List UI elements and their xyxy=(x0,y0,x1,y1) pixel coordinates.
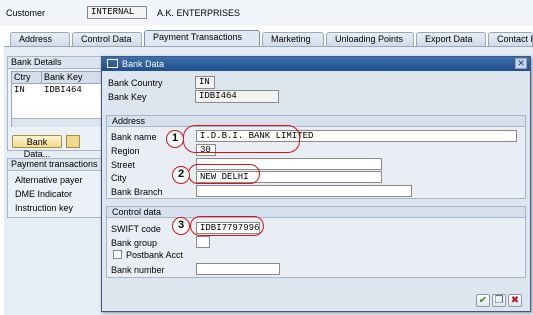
horizontal-scrollbar[interactable] xyxy=(12,118,102,127)
region-label: Region xyxy=(111,146,140,156)
bank-name-label: Bank name xyxy=(111,132,157,142)
copy-icon[interactable]: ❐ xyxy=(492,294,506,307)
bank-group-field[interactable] xyxy=(196,236,210,248)
check-icon[interactable]: ✔ xyxy=(476,294,490,307)
header-bar xyxy=(0,0,533,26)
bank-key-field[interactable]: IDBI464 xyxy=(195,90,279,103)
bank-number-field[interactable] xyxy=(196,263,280,275)
bank-details-title: Bank Details xyxy=(8,57,104,69)
cancel-icon[interactable]: ✖ xyxy=(508,294,522,307)
annotation-oval-city xyxy=(188,164,260,184)
tab-address[interactable]: Address xyxy=(10,32,70,46)
bank-group-label: Bank group xyxy=(111,238,158,248)
street-label: Street xyxy=(111,160,136,170)
tab-unloading-points[interactable]: Unloading Points xyxy=(326,32,414,46)
tab-contact-persons[interactable]: Contact P xyxy=(488,32,533,46)
bank-country-field[interactable]: IN xyxy=(195,76,215,89)
column-header-bank-key[interactable]: Bank Key xyxy=(42,72,104,84)
bank-branch-field[interactable] xyxy=(196,185,412,197)
annotation-number-2: 2 xyxy=(172,166,190,184)
dialog-title: Bank Data xyxy=(122,59,165,69)
tab-control-data[interactable]: Control Data xyxy=(72,32,142,46)
postbank-checkbox[interactable] xyxy=(113,250,122,259)
dme-indicator-label: DME Indicator xyxy=(15,189,73,199)
bank-data-button[interactable]: Bank Data... xyxy=(12,135,62,159)
customer-id-field[interactable]: INTERNAL xyxy=(87,6,147,19)
payment-transactions-title: Payment transactions xyxy=(8,159,104,171)
bank-data-dialog: Bank Data ✕ Bank Country IN Bank Key IDB… xyxy=(101,56,531,312)
address-section: Address Bank name I.D.B.I. BANK LIMITED … xyxy=(106,115,526,199)
bank-number-label: Bank number xyxy=(111,265,165,275)
annotation-oval-swift xyxy=(190,216,264,236)
postbank-label: Postbank Acct xyxy=(126,250,184,260)
city-label: City xyxy=(111,173,127,183)
alternative-payer-label: Alternative payer xyxy=(15,175,83,185)
swift-code-label: SWIFT code xyxy=(111,224,161,234)
bank-country-label: Bank Country xyxy=(108,78,163,88)
dialog-title-bar: Bank Data ✕ xyxy=(102,57,530,71)
bank-key-label: Bank Key xyxy=(108,92,147,102)
tab-payment-transactions[interactable]: Payment Transactions xyxy=(144,30,260,47)
payment-transactions-group: Payment transactions Alternative payer D… xyxy=(7,158,105,218)
control-data-section: Control data SWIFT code IDBI7797996 Bank… xyxy=(106,206,526,278)
annotation-number-1: 1 xyxy=(166,130,184,148)
tab-strip: Address Control Data Payment Transaction… xyxy=(4,30,533,47)
instruction-key-label: Instruction key xyxy=(15,203,74,213)
tab-export-data[interactable]: Export Data xyxy=(416,32,486,46)
annotation-number-3: 3 xyxy=(172,217,190,235)
table-cell-ctry[interactable]: IN xyxy=(12,85,42,96)
tab-marketing[interactable]: Marketing xyxy=(262,32,324,46)
delete-row-icon[interactable] xyxy=(66,135,80,148)
table-cell-bank-key[interactable]: IDBI464 xyxy=(42,85,102,96)
column-header-ctry[interactable]: Ctry xyxy=(12,72,42,84)
address-section-title: Address xyxy=(107,116,525,127)
bank-branch-label: Bank Branch xyxy=(111,187,163,197)
annotation-oval-bank-name xyxy=(183,125,300,153)
bank-details-group: Bank Details Ctry Bank Key IN IDBI464 Ba… xyxy=(7,56,105,159)
close-icon[interactable]: ✕ xyxy=(515,58,527,69)
window-icon xyxy=(107,59,118,68)
customer-name: A.K. ENTERPRISES xyxy=(157,8,241,18)
bank-details-table: Ctry Bank Key IN IDBI464 xyxy=(11,71,104,127)
customer-label: Customer xyxy=(6,8,46,18)
control-data-section-title: Control data xyxy=(107,207,525,218)
